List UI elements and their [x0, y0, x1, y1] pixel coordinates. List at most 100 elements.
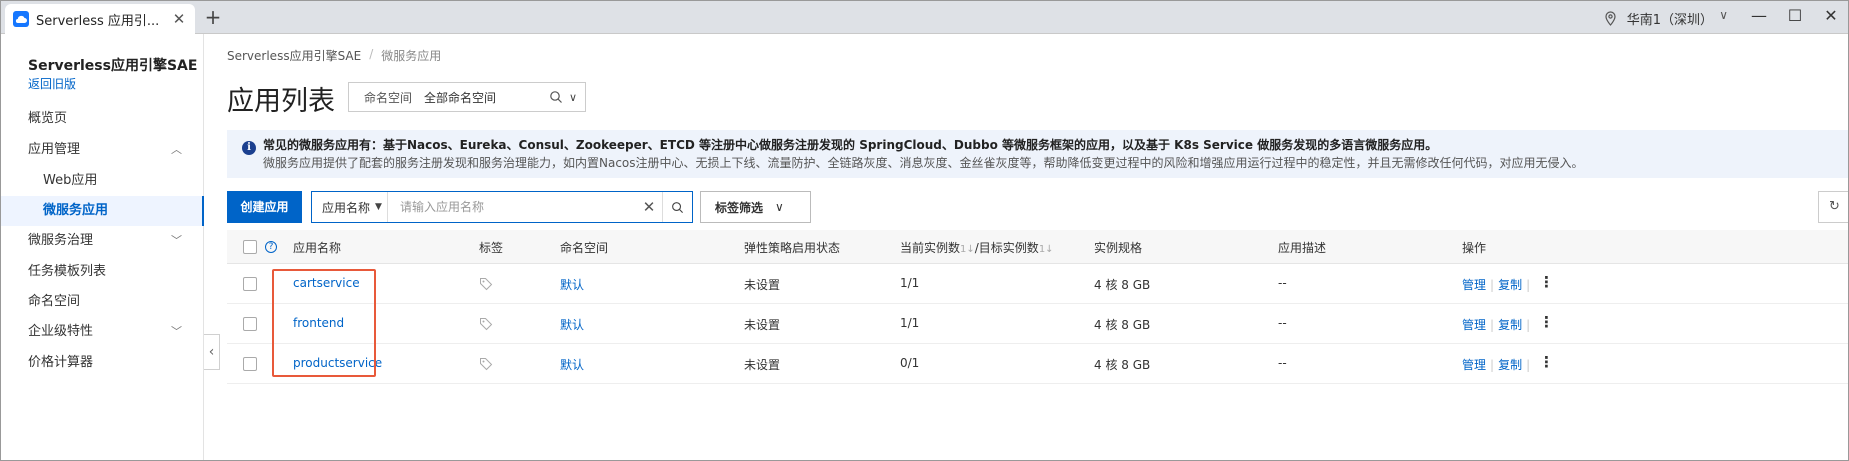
namespace-link[interactable]: 默认 — [560, 276, 584, 293]
help-icon[interactable]: ? — [265, 241, 277, 253]
browser-tab[interactable]: Serverless 应用引... ✕ — [5, 4, 195, 34]
maximize-icon[interactable]: ☐ — [1784, 6, 1806, 25]
search-input[interactable] — [388, 192, 636, 222]
chevron-down-icon[interactable]: ∨ — [1719, 8, 1728, 22]
main-content: Serverless应用引擎SAE / 微服务应用 应用列表 命名空间 全部命名… — [205, 34, 1848, 460]
sort-icon[interactable]: 1↓ — [960, 244, 975, 255]
app-description: -- — [1278, 276, 1287, 290]
select-all-checkbox[interactable] — [243, 240, 257, 254]
tag-icon[interactable] — [479, 317, 493, 331]
chevron-down-icon: ∨ — [775, 200, 784, 214]
copy-link[interactable]: 复制 — [1498, 358, 1522, 372]
search-button[interactable] — [662, 192, 692, 222]
row-checkbox[interactable] — [243, 357, 257, 371]
app-window: Serverless 应用引... ✕ + 华南1（深圳） ∨ — ☐ ✕ Se… — [0, 0, 1849, 461]
instance-count: 1/1 — [900, 316, 920, 330]
header-namespace: 命名空间 — [560, 241, 609, 255]
chevron-down-icon: ﹀ — [171, 234, 182, 247]
browser-tab-bar: Serverless 应用引... ✕ + 华南1（深圳） ∨ — ☐ ✕ — [1, 1, 1848, 34]
policy-status: 未设置 — [744, 358, 781, 372]
tag-icon[interactable] — [479, 357, 493, 371]
sidebar-item-job-templates[interactable]: 任务模板列表 — [1, 257, 204, 287]
table-header: ? 应用名称 标签 命名空间 弹性策略启用状态 当前实例数1↓/目标实例数1↓ … — [227, 230, 1848, 264]
table-row: frontend 默认 未设置 1/1 4 核 8 GB -- 管理 | 复制 | ⋮ — [227, 304, 1848, 344]
search-field-select[interactable]: 应用名称 ▼ — [312, 192, 388, 222]
region-selector[interactable]: 华南1（深圳） — [1604, 9, 1713, 28]
search-field-label: 应用名称 — [322, 200, 371, 215]
notice-title: 常见的微服务应用有：基于Nacos、Eureka、Consul、Zookeepe… — [263, 138, 1438, 152]
manage-link[interactable]: 管理 — [1462, 278, 1486, 292]
close-icon[interactable]: ✕ — [171, 10, 187, 28]
close-window-icon[interactable]: ✕ — [1820, 6, 1842, 25]
sidebar-item-overview[interactable]: 概览页 — [1, 104, 204, 134]
chevron-down-icon: ∨ — [568, 90, 577, 104]
header-ops: 操作 — [1462, 241, 1487, 255]
header-policy: 弹性策略启用状态 — [744, 241, 841, 255]
search-icon — [672, 201, 684, 213]
namespace-label: 命名空间 — [364, 90, 413, 105]
copy-link[interactable]: 复制 — [1498, 278, 1522, 292]
namespace-select[interactable]: 命名空间 全部命名空间 ∨ — [348, 82, 586, 112]
namespace-link[interactable]: 默认 — [560, 316, 584, 333]
new-tab-button[interactable]: + — [201, 6, 225, 30]
sidebar-item-enterprise-features[interactable]: 企业级特性 ﹀ — [1, 317, 204, 347]
manage-link[interactable]: 管理 — [1462, 318, 1486, 332]
back-to-old-version-link[interactable]: 返回旧版 — [28, 75, 76, 92]
instance-spec: 4 核 8 GB — [1094, 358, 1151, 372]
namespace-value: 全部命名空间 — [424, 90, 497, 105]
more-icon[interactable]: ⋮ — [1539, 273, 1554, 291]
info-notice: i 常见的微服务应用有：基于Nacos、Eureka、Consul、Zookee… — [227, 130, 1848, 178]
sidebar-item-price-calculator[interactable]: 价格计算器 — [1, 348, 204, 378]
sidebar-item-app-management[interactable]: 应用管理 ︿ — [1, 135, 204, 165]
sidebar-item-web-apps[interactable]: Web应用 — [1, 166, 204, 196]
action-separator: | — [1490, 278, 1495, 292]
action-separator: | — [1490, 318, 1495, 332]
search-box: 应用名称 ▼ ✕ — [311, 191, 693, 223]
minimize-icon[interactable]: — — [1748, 6, 1770, 25]
table-row: cartservice 默认 未设置 1/1 4 核 8 GB -- 管理 | 复制… — [227, 264, 1848, 304]
more-icon[interactable]: ⋮ — [1539, 353, 1554, 371]
more-icon[interactable]: ⋮ — [1539, 313, 1554, 331]
chevron-up-icon: ︿ — [171, 143, 182, 156]
tag-filter-button[interactable]: 标签筛选 ∨ — [700, 191, 811, 223]
app-description: -- — [1278, 316, 1287, 330]
region-label: 华南1（深圳） — [1626, 13, 1713, 28]
row-checkbox[interactable] — [243, 277, 257, 291]
tag-filter-label: 标签筛选 — [715, 200, 764, 215]
sidebar-item-namespaces[interactable]: 命名空间 — [1, 287, 204, 317]
header-instances: 当前实例数1↓/目标实例数1↓ — [900, 241, 1054, 255]
breadcrumb-root[interactable]: Serverless应用引擎SAE — [227, 47, 361, 64]
header-spec: 实例规格 — [1094, 241, 1143, 255]
action-separator: | — [1526, 318, 1531, 332]
header-name: 应用名称 — [293, 241, 342, 255]
clear-icon[interactable]: ✕ — [636, 198, 662, 216]
search-icon — [550, 91, 562, 103]
manage-link[interactable]: 管理 — [1462, 358, 1486, 372]
page-title: 应用列表 — [227, 86, 335, 117]
notice-body: 微服务应用提供了配套的服务注册发现和服务治理能力，如内置Nacos注册中心、无损… — [263, 156, 1584, 170]
sidebar-item-microservice-apps[interactable]: 微服务应用 — [1, 196, 204, 226]
toolbar: 创建应用 应用名称 ▼ ✕ 标签筛选 ∨ ↻ — [227, 191, 1848, 223]
refresh-icon: ↻ — [1829, 199, 1840, 214]
sidebar-brand: Serverless应用引擎SAE — [28, 58, 198, 74]
row-checkbox[interactable] — [243, 317, 257, 331]
chevron-down-icon: ﹀ — [171, 325, 182, 338]
breadcrumb-separator: / — [369, 47, 374, 61]
caret-down-icon: ▼ — [375, 202, 382, 212]
sidebar-item-microservice-governance[interactable]: 微服务治理 ﹀ — [1, 226, 204, 256]
namespace-link[interactable]: 默认 — [560, 356, 584, 373]
create-app-button[interactable]: 创建应用 — [227, 191, 302, 223]
action-separator: | — [1490, 358, 1495, 372]
table-row: productservice 默认 未设置 0/1 4 核 8 GB -- 管理… — [227, 344, 1848, 384]
refresh-button[interactable]: ↻ — [1818, 191, 1848, 223]
location-pin-icon — [1605, 11, 1616, 26]
tag-icon[interactable] — [479, 277, 493, 291]
instance-count: 0/1 — [900, 356, 920, 370]
sort-icon[interactable]: 1↓ — [1039, 244, 1054, 255]
copy-link[interactable]: 复制 — [1498, 318, 1522, 332]
instance-spec: 4 核 8 GB — [1094, 318, 1151, 332]
sidebar: Serverless应用引擎SAE 返回旧版 概览页 应用管理 ︿ Web应用 微… — [1, 34, 204, 460]
header-desc: 应用描述 — [1278, 241, 1327, 255]
row-actions: 管理 | 复制 | — [1462, 276, 1534, 293]
app-description: -- — [1278, 356, 1287, 370]
